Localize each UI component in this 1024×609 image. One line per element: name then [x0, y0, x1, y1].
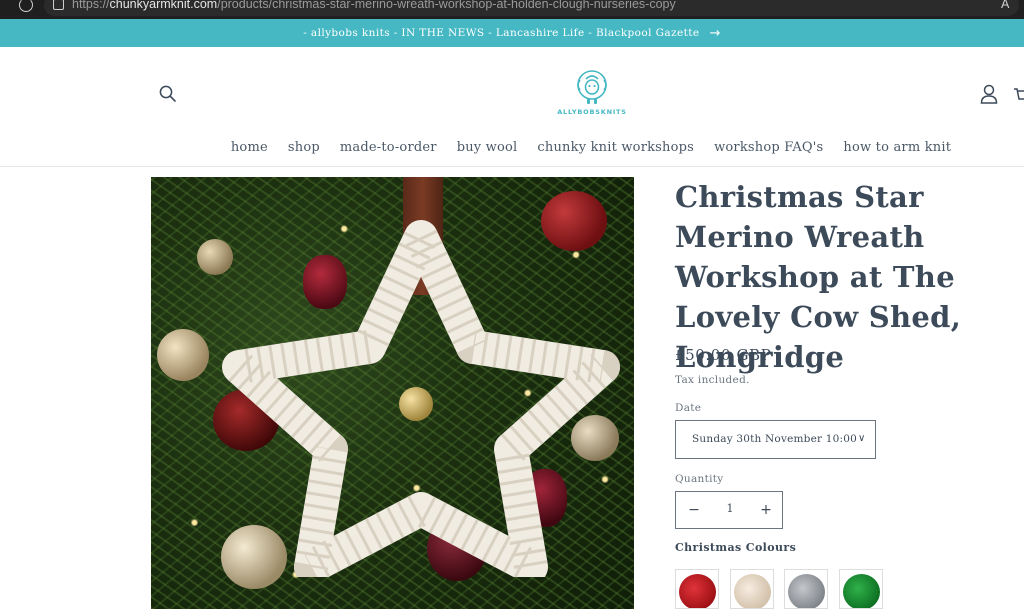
nav-item-buy-wool[interactable]: buy wool — [447, 140, 528, 155]
nav-item-shop[interactable]: shop — [278, 140, 330, 155]
url-path: /products/christmas-star-merino-wreath-w… — [217, 0, 676, 11]
tax-note: Tax included. — [675, 374, 750, 386]
decrease-quantity-button[interactable]: − — [684, 500, 704, 520]
main-navigation: home shop made-to-order buy wool chunky … — [0, 140, 1024, 155]
logo-text: ALLYBOBSKNITS — [557, 108, 627, 116]
colour-swatch-green[interactable] — [839, 569, 883, 609]
product-price: £50.00 GBP — [675, 346, 772, 364]
quantity-input[interactable]: 1 — [716, 502, 744, 515]
colours-heading: Christmas Colours — [675, 541, 797, 554]
site-info-icon[interactable] — [53, 0, 64, 10]
date-selected-value: Sunday 30th November 10:00 - 12 — [692, 433, 876, 445]
arrow-right-icon[interactable]: → — [709, 26, 720, 41]
colour-swatch-grey[interactable] — [784, 569, 828, 609]
announcement-text[interactable]: - allybobs knits - IN THE NEWS - Lancash… — [303, 27, 699, 39]
nav-item-home[interactable]: home — [221, 140, 278, 155]
account-icon — [980, 84, 998, 104]
colour-swatch-red[interactable] — [675, 569, 719, 609]
account-button[interactable] — [979, 83, 999, 105]
cart-button[interactable] — [1012, 84, 1024, 104]
yarn-ball-red — [679, 574, 716, 608]
header-divider — [0, 166, 1024, 167]
announcement-bar[interactable]: - allybobs knits - IN THE NEWS - Lancash… — [0, 19, 1024, 47]
colour-swatch-cream[interactable] — [730, 569, 774, 609]
date-select[interactable]: Sunday 30th November 10:00 - 12 ∨ — [675, 420, 876, 459]
knitted-star-wreath — [222, 220, 620, 577]
nav-item-chunky-knit-workshops[interactable]: chunky knit workshops — [527, 140, 704, 155]
quantity-label: Quantity — [675, 473, 724, 485]
browser-address-bar: https://chunkyarmknit.com/products/chris… — [0, 0, 1024, 19]
reload-icon[interactable] — [19, 0, 33, 12]
search-button[interactable] — [158, 84, 178, 104]
yarn-ball-cream — [734, 574, 771, 608]
bauble — [157, 329, 209, 381]
url-text[interactable]: https://chunkyarmknit.com/products/chris… — [72, 0, 676, 11]
extension-icon[interactable]: A — [1001, 0, 1009, 11]
yarn-ball-green — [843, 574, 880, 608]
yarn-ball-grey — [788, 574, 825, 608]
nav-item-how-to-arm-knit[interactable]: how to arm knit — [833, 140, 961, 155]
search-icon — [159, 85, 176, 102]
nav-item-made-to-order[interactable]: made-to-order — [330, 140, 447, 155]
nav-item-workshop-faqs[interactable]: workshop FAQ's — [704, 140, 833, 155]
url-host: chunkyarmknit.com — [109, 0, 218, 11]
quantity-stepper: − 1 + — [675, 491, 783, 529]
increase-quantity-button[interactable]: + — [756, 500, 776, 520]
cart-icon — [1014, 88, 1024, 100]
date-label: Date — [675, 402, 702, 414]
product-image[interactable] — [151, 177, 634, 609]
chevron-down-icon: ∨ — [858, 433, 874, 447]
sheep-logo-icon — [577, 70, 607, 104]
url-scheme: https:// — [72, 0, 110, 11]
site-logo[interactable]: ALLYBOBSKNITS — [552, 68, 632, 120]
